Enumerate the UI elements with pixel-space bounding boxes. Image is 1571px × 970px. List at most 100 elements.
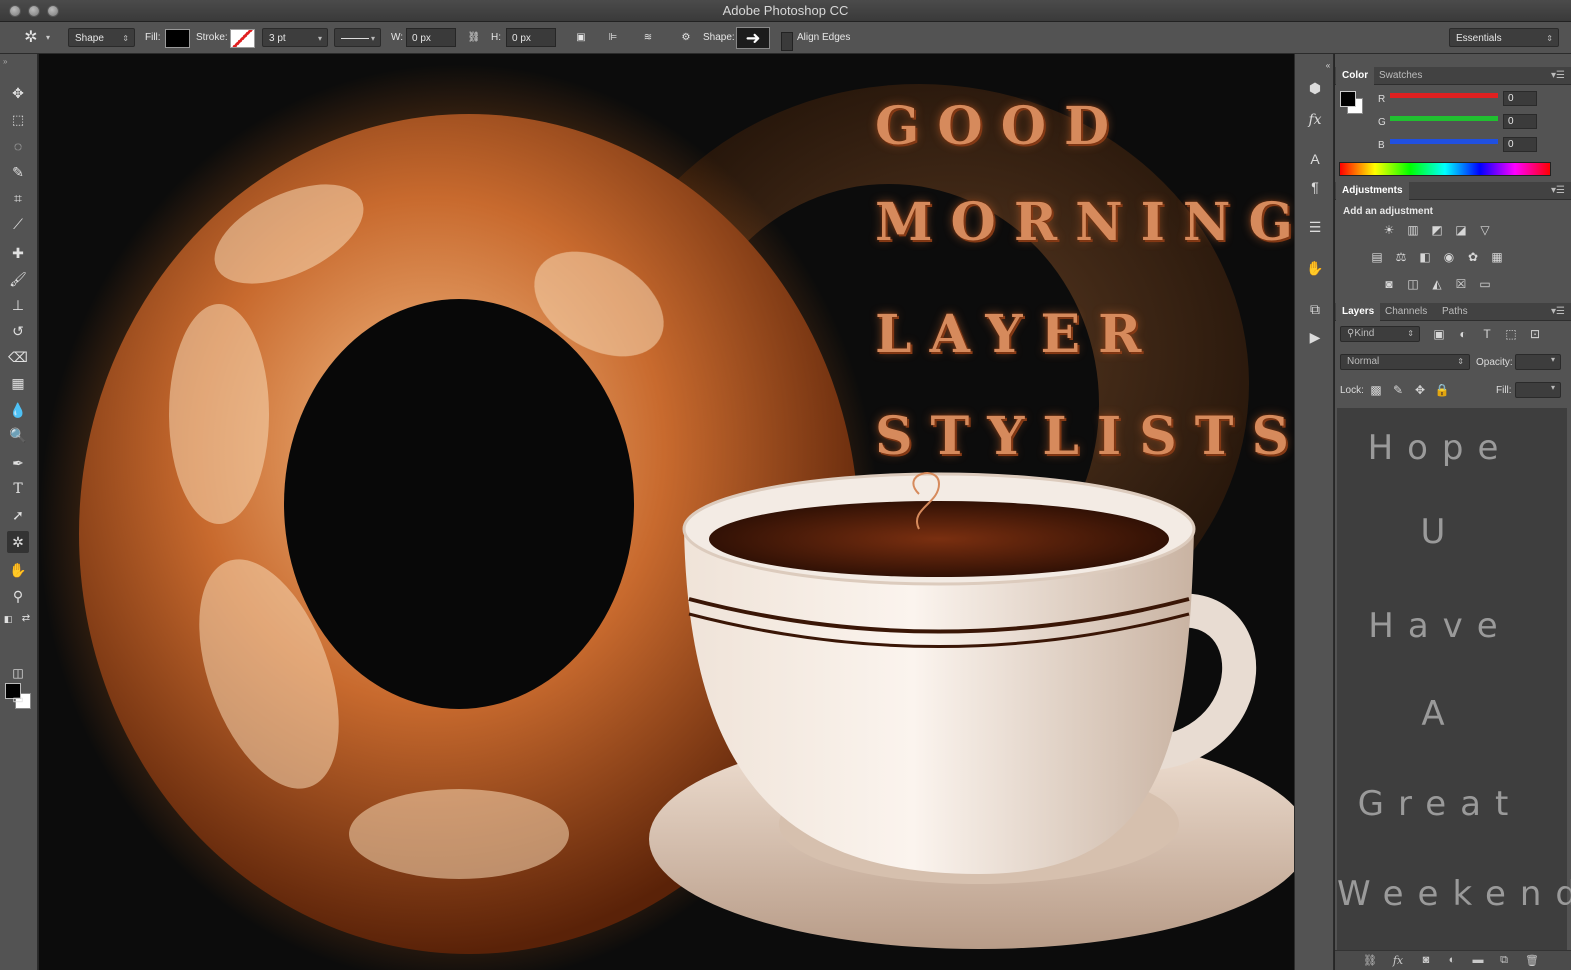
- link-icon[interactable]: ⛓: [465, 28, 483, 47]
- new-layer-icon[interactable]: ⧉: [1497, 954, 1511, 968]
- actions-play-icon[interactable]: ▶: [1305, 327, 1325, 347]
- eraser-tool-icon[interactable]: ⌫: [7, 346, 29, 368]
- stroke-swatch[interactable]: [230, 29, 255, 48]
- gradient-map-icon[interactable]: ▭: [1477, 277, 1493, 291]
- brush-tool-icon[interactable]: 🖌: [7, 268, 29, 290]
- height-input[interactable]: 0 px: [506, 28, 556, 47]
- g-slider[interactable]: [1390, 116, 1498, 121]
- photo-filter-icon[interactable]: ◉: [1441, 250, 1457, 264]
- move-tool-icon[interactable]: ✥: [7, 82, 29, 104]
- stroke-width-select[interactable]: 3 pt ▾: [262, 28, 328, 47]
- properties-icon[interactable]: ☰: [1305, 217, 1325, 237]
- tool-preset-chevron-icon[interactable]: ▾: [46, 28, 50, 47]
- zoom-tool-icon[interactable]: ⚲: [7, 585, 29, 607]
- marquee-tool-icon[interactable]: ⬚: [7, 109, 29, 131]
- color-spectrum-ramp[interactable]: [1339, 162, 1551, 176]
- clone-stamp-tool-icon[interactable]: ⊥: [7, 294, 29, 316]
- history-icon[interactable]: ⧉: [1305, 299, 1325, 319]
- gear-icon[interactable]: ⚙: [676, 28, 696, 47]
- quick-mask-icon[interactable]: ◫: [7, 662, 29, 684]
- tab-swatches[interactable]: Swatches: [1373, 67, 1428, 85]
- path-arrangement-icon[interactable]: ≋: [638, 28, 658, 47]
- filter-pixel-icon[interactable]: ▣: [1431, 327, 1447, 341]
- width-input[interactable]: 0 px: [406, 28, 456, 47]
- filter-type-icon[interactable]: T: [1479, 327, 1495, 341]
- collapse-arrow-icon[interactable]: «: [1323, 56, 1333, 76]
- g-value-input[interactable]: 0: [1503, 114, 1537, 129]
- lock-transparent-icon[interactable]: ▩: [1368, 383, 1384, 397]
- curves-icon[interactable]: ◩: [1429, 223, 1445, 237]
- new-adjustment-layer-icon[interactable]: ◐: [1445, 954, 1459, 968]
- vibrance-icon[interactable]: ▽: [1477, 223, 1493, 237]
- tab-paths[interactable]: Paths: [1436, 303, 1474, 321]
- custom-shape-tool-icon[interactable]: ✲: [7, 531, 29, 553]
- healing-brush-tool-icon[interactable]: ✚: [7, 242, 29, 264]
- fill-swatch[interactable]: [165, 29, 190, 48]
- panel-menu-icon[interactable]: ▾☰: [1551, 70, 1565, 81]
- filter-shape-icon[interactable]: ⬚: [1503, 327, 1519, 341]
- r-value-input[interactable]: 0: [1503, 91, 1537, 106]
- tool-presets-icon[interactable]: ✋: [1305, 258, 1325, 278]
- filter-smart-object-icon[interactable]: ⊡: [1527, 327, 1543, 341]
- brightness-contrast-icon[interactable]: ☀: [1381, 223, 1397, 237]
- delete-layer-icon[interactable]: 🗑: [1525, 954, 1539, 968]
- crop-tool-icon[interactable]: ⌗: [7, 187, 29, 209]
- r-slider[interactable]: [1390, 93, 1498, 98]
- opacity-input[interactable]: ▾: [1515, 354, 1561, 370]
- type-tool-icon[interactable]: T: [7, 478, 29, 500]
- tool-mode-select[interactable]: Shape ⇕: [68, 28, 135, 47]
- hue-saturation-icon[interactable]: ▤: [1369, 250, 1385, 264]
- path-operations-icon[interactable]: ▣: [572, 28, 590, 47]
- tab-channels[interactable]: Channels: [1379, 303, 1433, 321]
- default-colors-icon[interactable]: ◧: [2, 608, 14, 630]
- align-edges-checkbox[interactable]: [781, 32, 793, 51]
- path-alignment-icon[interactable]: ⊫: [604, 28, 622, 47]
- add-layer-style-icon[interactable]: fx: [1391, 954, 1405, 968]
- color-panel-foreground-swatch[interactable]: [1340, 91, 1356, 107]
- panel-menu-icon[interactable]: ▾☰: [1551, 185, 1565, 196]
- levels-icon[interactable]: ▥: [1405, 223, 1421, 237]
- blur-tool-icon[interactable]: 💧: [7, 399, 29, 421]
- fill-input[interactable]: ▾: [1515, 382, 1561, 398]
- shape-picker-arrow-icon[interactable]: ➜: [736, 27, 770, 49]
- invert-icon[interactable]: ◙: [1381, 277, 1397, 291]
- stroke-type-select[interactable]: ▾: [334, 28, 381, 47]
- b-slider[interactable]: [1390, 139, 1498, 144]
- panel-menu-icon[interactable]: ▾☰: [1551, 306, 1565, 317]
- threshold-icon[interactable]: ◭: [1429, 277, 1445, 291]
- new-group-icon[interactable]: ▬: [1471, 954, 1485, 968]
- swap-colors-icon[interactable]: ⇄: [20, 608, 32, 630]
- pen-tool-icon[interactable]: ✒: [7, 452, 29, 474]
- styles-fx-icon[interactable]: fx: [1305, 110, 1325, 130]
- lock-position-icon[interactable]: ✥: [1412, 383, 1428, 397]
- lock-pixels-brush-icon[interactable]: ✎: [1390, 383, 1406, 397]
- color-balance-icon[interactable]: ⚖: [1393, 250, 1409, 264]
- color-lookup-icon[interactable]: ▦: [1489, 250, 1505, 264]
- history-brush-tool-icon[interactable]: ↺: [7, 320, 29, 342]
- link-layers-icon[interactable]: ⛓: [1363, 954, 1377, 968]
- hand-tool-icon[interactable]: ✋: [7, 559, 29, 581]
- filter-adjustment-icon[interactable]: ◐: [1455, 327, 1471, 341]
- blend-mode-select[interactable]: Normal ⇕: [1340, 354, 1470, 370]
- gradient-tool-icon[interactable]: ▦: [7, 372, 29, 394]
- workspace-select[interactable]: Essentials ⇕: [1449, 28, 1559, 47]
- tab-layers[interactable]: Layers: [1336, 303, 1381, 321]
- exposure-icon[interactable]: ◪: [1453, 223, 1469, 237]
- paragraph-icon[interactable]: ¶: [1305, 177, 1325, 197]
- document-canvas[interactable]: GOOD MORNING LAYER STYLISTS: [39, 54, 1294, 970]
- 3d-icon[interactable]: ⬢: [1305, 78, 1325, 98]
- selective-color-icon[interactable]: ☒: [1453, 277, 1469, 291]
- lasso-tool-icon[interactable]: ◌: [7, 135, 29, 157]
- panel-collapse-icon[interactable]: »: [3, 57, 7, 66]
- eyedropper-tool-icon[interactable]: ⟋: [7, 213, 29, 235]
- black-white-icon[interactable]: ◧: [1417, 250, 1433, 264]
- screen-mode-icon[interactable]: ▭: [7, 688, 29, 710]
- tab-color[interactable]: Color: [1336, 67, 1375, 85]
- lock-all-icon[interactable]: 🔒: [1434, 383, 1450, 397]
- dodge-tool-icon[interactable]: 🔍: [7, 424, 29, 446]
- character-icon[interactable]: A: [1305, 149, 1325, 169]
- posterize-icon[interactable]: ◫: [1405, 277, 1421, 291]
- layers-list[interactable]: Hope U Have A Great Weekend: [1337, 408, 1571, 958]
- path-selection-tool-icon[interactable]: ➚: [7, 504, 29, 526]
- custom-shape-tool-preset-icon[interactable]: ✲: [20, 28, 42, 47]
